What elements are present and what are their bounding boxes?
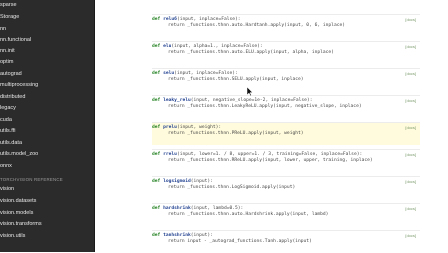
sidebar-nav: sparse Storage nn nn.functional nn.init optim… bbox=[0, 0, 94, 252]
code-block-rrelu: def rrelu(input, lower=1. / 8, upper=1. … bbox=[152, 149, 420, 172]
sidebar-item[interactable]: multiprocessing bbox=[0, 82, 38, 89]
function-body: return input - _autograd_functions.Tanh.… bbox=[168, 239, 312, 245]
source-link[interactable]: [docs] bbox=[405, 233, 416, 239]
source-link[interactable]: [docs] bbox=[405, 44, 416, 50]
code-block-prelu: def prelu(input, weight): return _functio… bbox=[152, 122, 420, 145]
function-params: (input): bbox=[190, 233, 213, 238]
sidebar-item[interactable]: utils.data bbox=[0, 140, 22, 147]
function-body: return _functions.thnn.SELU.apply(input,… bbox=[168, 77, 304, 83]
code-block-logsigmoid: def logsigmoid(input): return _functions.… bbox=[152, 176, 420, 199]
code-block-hardshrink: def hardshrink(input, lambd=0.5): return … bbox=[152, 203, 420, 226]
code-block-elu: def elu(input, alpha=1., inplace=False):… bbox=[152, 41, 420, 64]
sidebar-item[interactable]: distributed bbox=[0, 94, 25, 101]
function-name: rrelu bbox=[163, 152, 177, 157]
mouse-cursor-icon bbox=[247, 87, 253, 96]
sidebar-item[interactable]: nn bbox=[0, 26, 6, 33]
code-block-relu6: def relu6(input, inplace=False): return _… bbox=[152, 14, 420, 37]
function-body: return _functions.thnn.PReLU.apply(input… bbox=[168, 131, 304, 137]
sidebar-item[interactable]: nn.init bbox=[0, 48, 15, 55]
source-link[interactable]: [docs] bbox=[405, 71, 416, 77]
sidebar-item[interactable]: sparse bbox=[0, 2, 17, 9]
sidebar-item[interactable]: vision.utils bbox=[0, 233, 25, 240]
function-params: (input): bbox=[190, 179, 213, 184]
function-body: return _functions.thnn.LeakyReLU.apply(i… bbox=[168, 104, 362, 110]
sidebar-item[interactable]: vision bbox=[0, 186, 14, 193]
code-block-selu: def selu(input, inplace=False): return _f… bbox=[152, 68, 420, 91]
sidebar-item[interactable]: utils.model_zoo bbox=[0, 151, 38, 158]
sidebar-item[interactable]: autograd bbox=[0, 71, 22, 78]
sidebar-item[interactable]: vision.transforms bbox=[0, 221, 42, 228]
code-content: def relu6(input, inplace=False): return _… bbox=[95, 0, 448, 252]
function-name: tanhshrink bbox=[163, 233, 191, 238]
source-link[interactable]: [docs] bbox=[405, 125, 416, 131]
function-name: hardshrink bbox=[163, 206, 191, 211]
function-body: return _functions.thnn.auto.ELU.apply(in… bbox=[168, 50, 334, 56]
function-name: selu bbox=[163, 71, 175, 76]
sidebar-item[interactable]: legacy bbox=[0, 105, 16, 112]
function-params: (input, lambd=0.5): bbox=[190, 206, 244, 211]
function-params: (input, negative_slope=1e-2, inplace=Fal… bbox=[190, 98, 313, 103]
function-params: (input, inplace=False): bbox=[174, 71, 238, 76]
code-block-leaky_relu: def leaky_relu(input, negative_slope=1e-… bbox=[152, 95, 420, 118]
source-link[interactable]: [docs] bbox=[405, 98, 416, 104]
source-link[interactable]: [docs] bbox=[405, 179, 416, 185]
source-link[interactable]: [docs] bbox=[405, 17, 416, 23]
source-link[interactable]: [docs] bbox=[405, 206, 416, 212]
sidebar-item[interactable]: onnx bbox=[0, 163, 12, 170]
function-params: (input, weight): bbox=[176, 125, 222, 130]
sidebar-item[interactable]: vision.datasets bbox=[0, 198, 36, 205]
sidebar-item[interactable]: optim bbox=[0, 59, 13, 66]
sidebar-item[interactable]: cuda bbox=[0, 117, 12, 124]
sidebar-item[interactable]: vision.models bbox=[0, 210, 33, 217]
sidebar-item[interactable]: Storage bbox=[0, 14, 19, 21]
function-body: return _functions.thnn.auto.Hardshrink.a… bbox=[168, 212, 329, 218]
function-params: (input, alpha=1., inplace=False): bbox=[171, 44, 263, 49]
function-name: prelu bbox=[163, 125, 177, 130]
sidebar-item[interactable]: nn.functional bbox=[0, 37, 31, 44]
function-body: return _functions.thnn.LogSigmoid.apply(… bbox=[168, 185, 296, 191]
sidebar-item[interactable]: utils.ffi bbox=[0, 128, 16, 135]
function-params: (input, lower=1. / 8, upper=1. / 3, trai… bbox=[176, 152, 363, 157]
function-body: return _functions.thnn.RReLU.apply(input… bbox=[168, 158, 373, 164]
code-block-tanhshrink: def tanhshrink(input): return input - _au… bbox=[152, 230, 420, 253]
function-name: relu6 bbox=[163, 17, 177, 22]
function-params: (input, inplace=False): bbox=[176, 17, 241, 22]
function-name: leaky_relu bbox=[163, 98, 191, 103]
sidebar-section-heading: TORCHVISION REFERENCE bbox=[0, 177, 63, 182]
function-body: return _functions.thnn.auto.Hardtanh.app… bbox=[168, 23, 346, 29]
source-link[interactable]: [docs] bbox=[405, 152, 416, 158]
function-name: logsigmoid bbox=[163, 179, 191, 184]
